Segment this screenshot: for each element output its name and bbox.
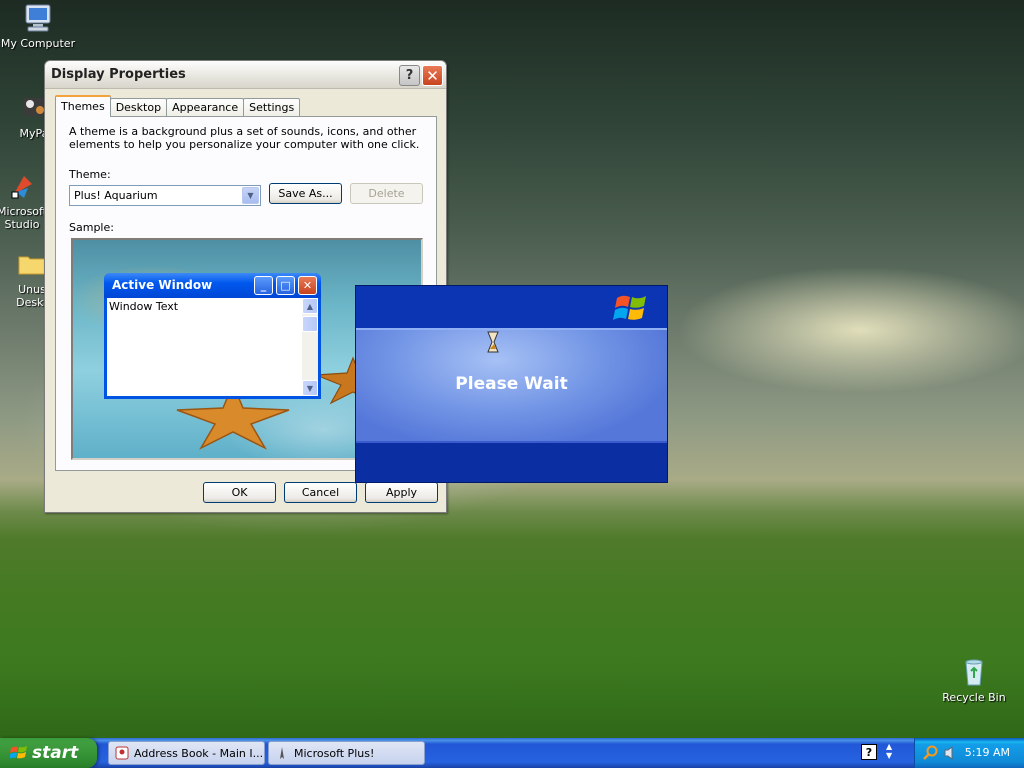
splash-bottom-band: [356, 443, 667, 482]
tab-settings[interactable]: Settings: [243, 98, 301, 117]
ok-button[interactable]: OK: [203, 482, 276, 503]
tab-desktop[interactable]: Desktop: [109, 98, 168, 117]
save-as-button[interactable]: Save As...: [269, 183, 342, 204]
please-wait-splash: Please Wait: [355, 285, 668, 483]
apply-button[interactable]: Apply: [365, 482, 438, 503]
my-computer-icon: [25, 4, 51, 32]
start-label: start: [32, 743, 79, 763]
theme-select-value: Plus! Aquarium: [74, 189, 158, 202]
help-tray-icon[interactable]: ?: [861, 744, 877, 760]
scroll-up-icon: ▲: [302, 298, 318, 314]
tab-themes[interactable]: Themes: [55, 95, 111, 117]
tab-strip: Themes Desktop Appearance Settings: [55, 95, 301, 117]
theme-description: A theme is a background plus a set of so…: [69, 125, 420, 151]
window-title: Display Properties: [51, 67, 186, 82]
delete-button[interactable]: Delete: [350, 183, 423, 204]
taskbar: start Address Book - Main I... Microsoft…: [0, 738, 1024, 768]
microsoft-studio-icon: [11, 176, 32, 199]
sample-window-text: Window Text: [109, 300, 179, 313]
toolbar-arrow-icon[interactable]: ▲ ▼: [886, 742, 892, 760]
recycle-bin-icon: [965, 659, 983, 686]
scroll-down-icon: ▼: [302, 380, 318, 396]
taskbar-item-label: Microsoft Plus!: [294, 746, 375, 760]
search-tray-icon[interactable]: [923, 745, 939, 761]
taskbar-item-label: Address Book - Main I...: [134, 746, 264, 760]
sample-active-window: Active Window _ □ ✕ Window Text ▲ ▼: [104, 273, 321, 399]
system-tray: 5:19 AM: [914, 738, 1024, 768]
maximize-icon: □: [276, 276, 295, 295]
sample-window-titlebar: Active Window _ □ ✕: [104, 273, 321, 298]
cancel-button[interactable]: Cancel: [284, 482, 357, 503]
help-button[interactable]: ?: [399, 65, 420, 86]
microsoft-plus-icon: [280, 747, 284, 759]
close-button[interactable]: ✕: [422, 65, 443, 86]
taskbar-item-address-book[interactable]: Address Book - Main I...: [108, 741, 265, 765]
clock[interactable]: 5:19 AM: [965, 746, 1010, 759]
sample-window-body: Window Text ▲ ▼: [107, 298, 318, 396]
scroll-thumb: [302, 316, 318, 332]
sample-window-title: Active Window: [112, 278, 213, 292]
sample-label: Sample:: [69, 221, 114, 234]
chevron-down-icon[interactable]: ▼: [242, 187, 259, 204]
theme-select[interactable]: Plus! Aquarium ▼: [69, 185, 261, 206]
window-titlebar[interactable]: Display Properties ? ✕: [45, 61, 446, 89]
close-icon: ✕: [298, 276, 317, 295]
hourglass-cursor-icon: [487, 331, 499, 353]
please-wait-message: Please Wait: [455, 374, 568, 394]
windows-xp-logo: [613, 295, 646, 320]
address-book-icon: [115, 746, 129, 760]
tab-appearance[interactable]: Appearance: [166, 98, 245, 117]
desktop-icon-my-computer[interactable]: My Computer: [0, 2, 76, 50]
start-button[interactable]: start: [0, 738, 97, 768]
volume-tray-icon[interactable]: [943, 745, 957, 761]
desktop-icon-label: My Computer: [0, 37, 76, 50]
taskbar-item-microsoft-plus[interactable]: Microsoft Plus!: [268, 741, 425, 765]
desktop-icon-recycle-bin[interactable]: Recycle Bin: [936, 656, 1012, 704]
desktop-icon-label: Recycle Bin: [942, 691, 1006, 704]
windows-flag-icon: [10, 746, 27, 759]
minimize-icon: _: [254, 276, 273, 295]
theme-label: Theme:: [69, 168, 111, 181]
sample-scrollbar: ▲ ▼: [302, 298, 318, 396]
